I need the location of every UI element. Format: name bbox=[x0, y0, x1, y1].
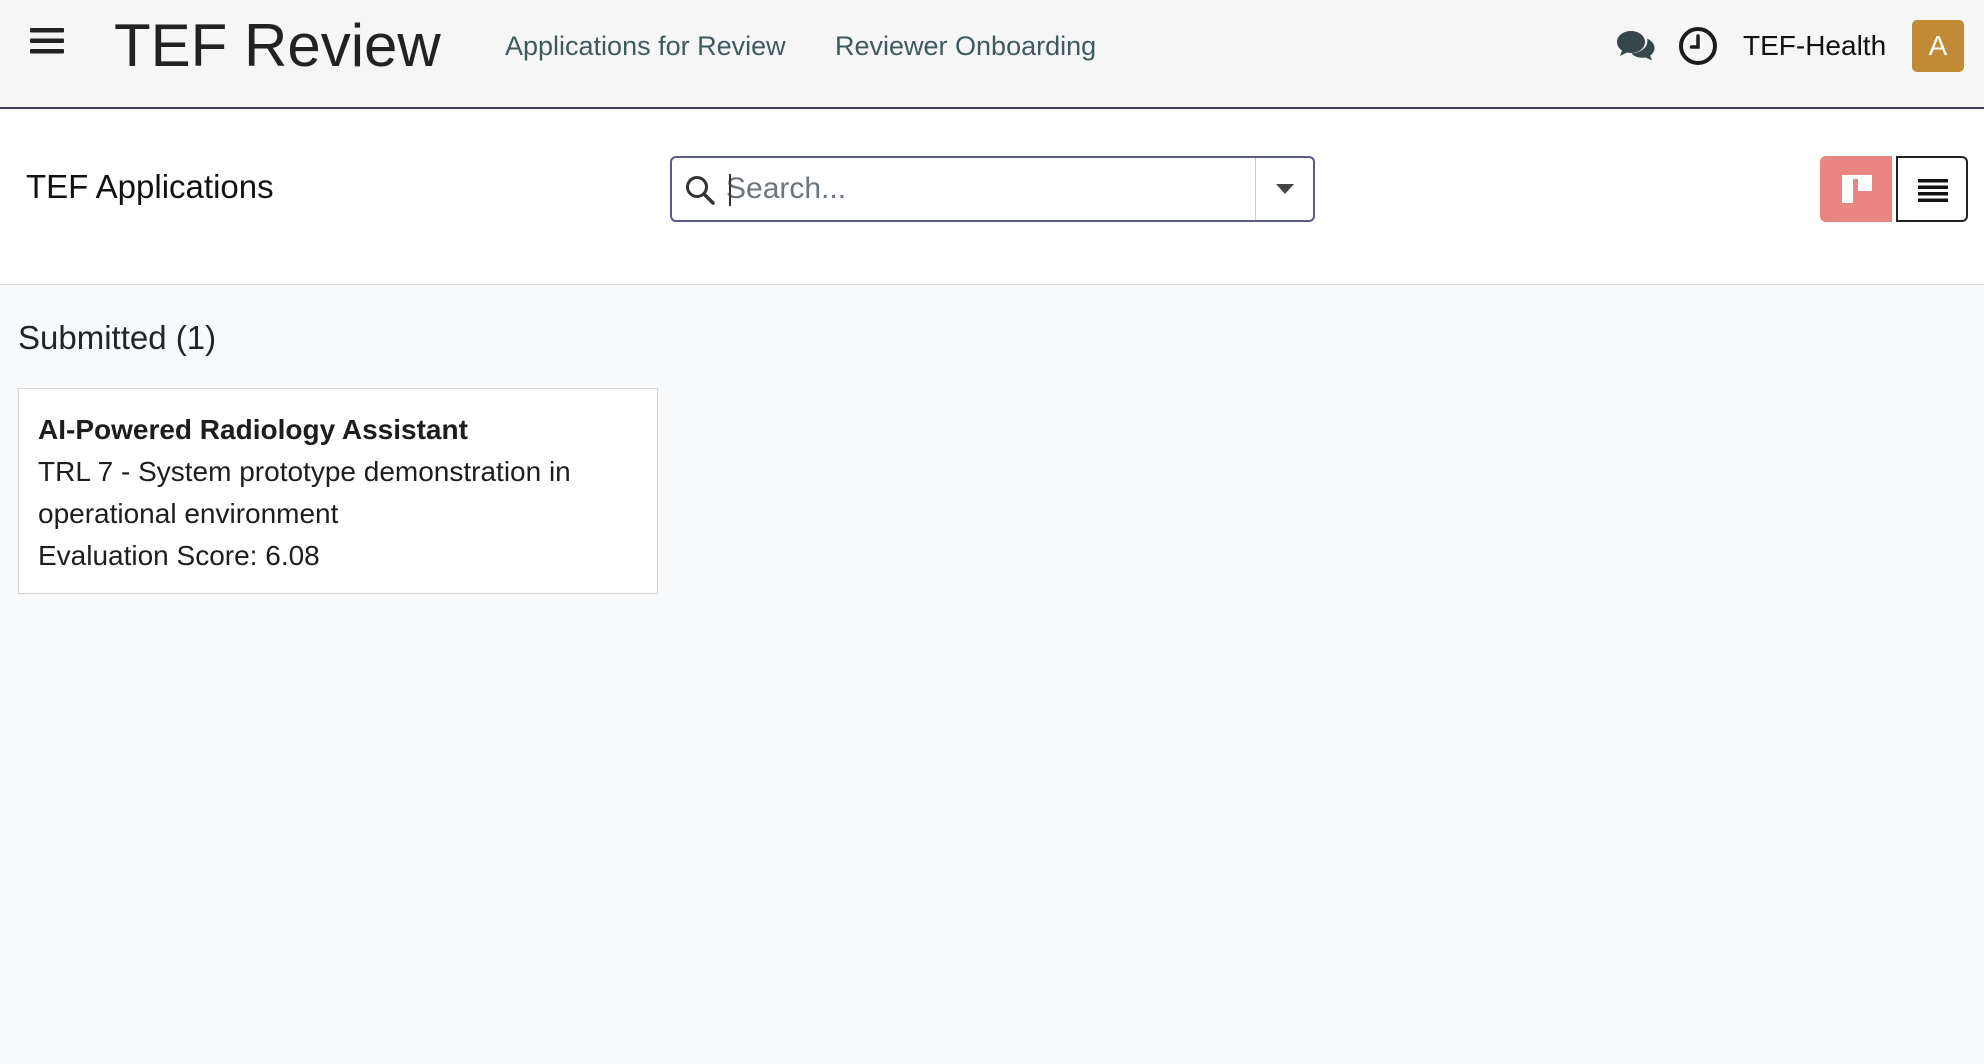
search-options-toggle[interactable] bbox=[1255, 158, 1313, 220]
top-navbar: TEF Review Applications for Review Revie… bbox=[0, 0, 1984, 109]
column-title-submitted: Submitted (1) bbox=[18, 319, 217, 356]
search-bar[interactable] bbox=[670, 156, 1315, 222]
nav-applications-for-review[interactable]: Applications for Review bbox=[505, 26, 786, 66]
caret-down-icon bbox=[1276, 184, 1294, 194]
card-trl: TRL 7 - System prototype demonstration i… bbox=[38, 456, 571, 529]
nav-reviewer-onboarding[interactable]: Reviewer Onboarding bbox=[835, 26, 1096, 66]
menu-icon[interactable] bbox=[30, 26, 74, 60]
card-score: Evaluation Score: 6.08 bbox=[38, 540, 320, 571]
user-avatar[interactable]: A bbox=[1912, 20, 1964, 72]
application-card[interactable]: AI-Powered Radiology Assistant TRL 7 - S… bbox=[18, 388, 658, 594]
control-panel: TEF Applications bbox=[0, 111, 1984, 285]
text-cursor bbox=[729, 174, 731, 206]
page-title: TEF Applications bbox=[26, 168, 274, 205]
app-brand[interactable]: TEF Review bbox=[114, 8, 441, 84]
company-switcher[interactable]: TEF-Health bbox=[1743, 26, 1886, 66]
card-title: AI-Powered Radiology Assistant bbox=[38, 414, 468, 445]
clock-icon[interactable] bbox=[1678, 26, 1718, 66]
search-input[interactable] bbox=[726, 166, 1226, 212]
kanban-view-button[interactable] bbox=[1820, 156, 1892, 222]
search-icon bbox=[684, 174, 716, 206]
list-view-button[interactable] bbox=[1896, 156, 1968, 222]
list-icon bbox=[1918, 179, 1948, 202]
kanban-icon bbox=[1842, 175, 1872, 203]
chat-icon[interactable] bbox=[1616, 29, 1656, 63]
